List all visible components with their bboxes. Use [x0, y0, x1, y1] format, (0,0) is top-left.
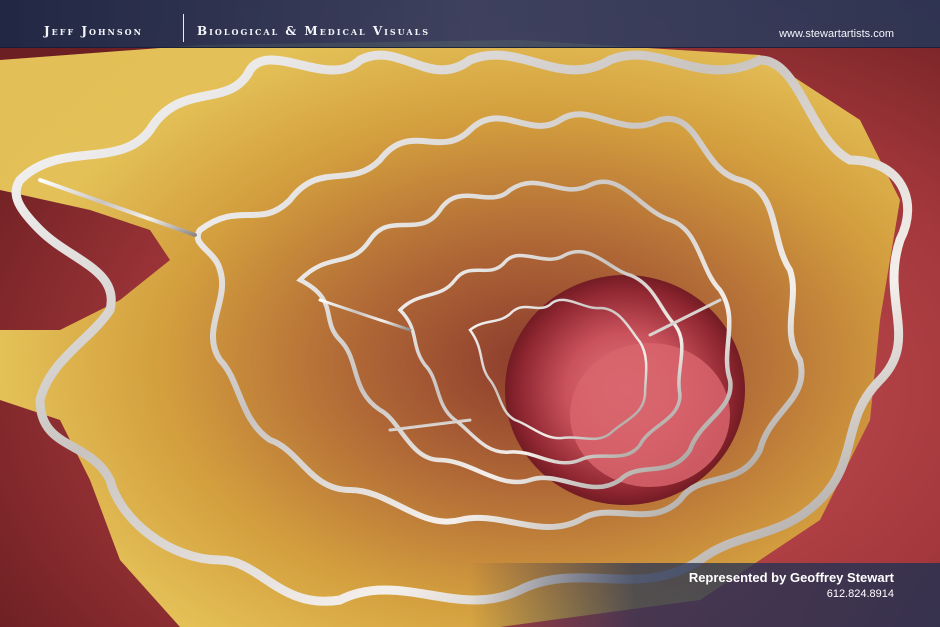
artist-tagline: Biological & Medical Visuals	[197, 24, 431, 38]
artist-name: Jeff Johnson	[44, 24, 143, 38]
plaque-layer	[0, 40, 900, 627]
header-bar: Jeff Johnson Biological & Medical Visual…	[0, 0, 940, 48]
representation-phone: 612.824.8914	[826, 588, 894, 600]
stent-illustration	[0, 0, 940, 627]
lumen-inner	[570, 343, 730, 487]
website-link[interactable]: www.stewartartists.com	[779, 28, 894, 40]
header-divider	[183, 14, 184, 42]
representation-text: Represented by Geoffrey Stewart	[688, 570, 894, 585]
portfolio-page: Jeff Johnson Biological & Medical Visual…	[0, 0, 940, 627]
